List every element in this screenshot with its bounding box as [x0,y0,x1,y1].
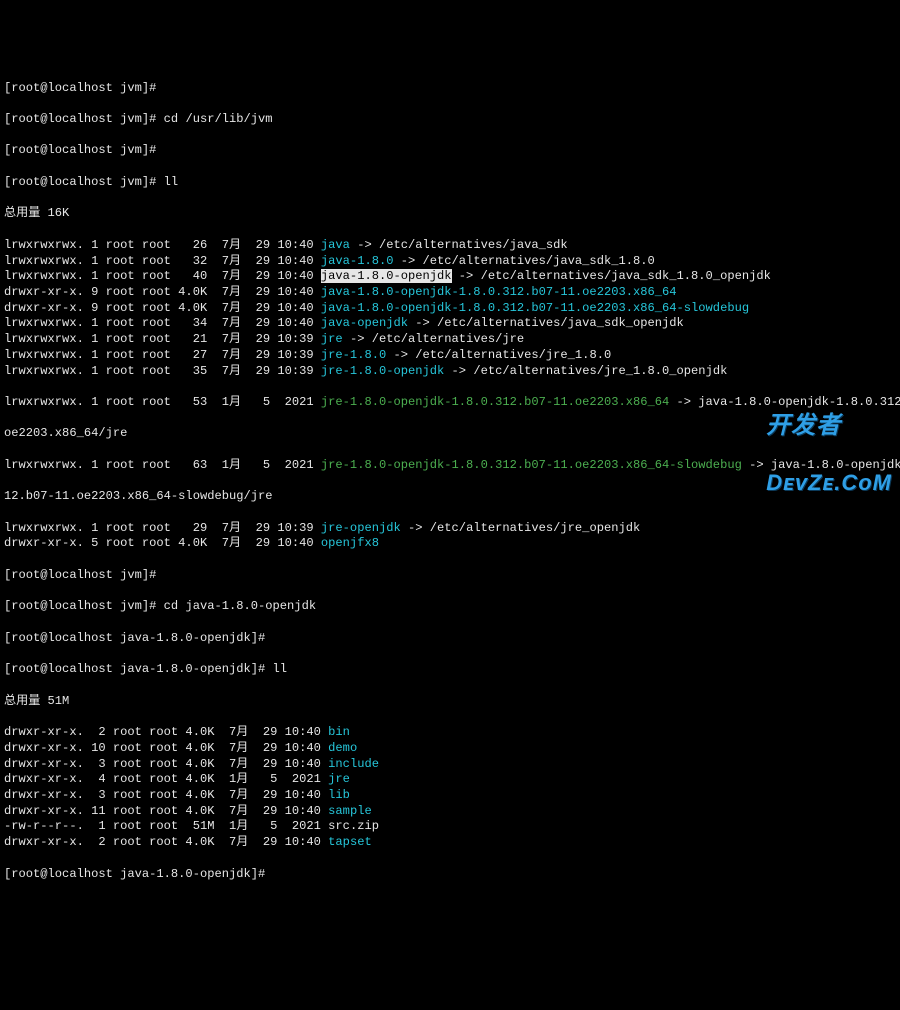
prompt-line: [root@localhost java-1.8.0-openjdk]# [4,867,896,883]
ls-row: drwxr-xr-x. 11 root root 4.0K 7月 29 10:4… [4,804,896,820]
ls-row: lrwxrwxrwx. 1 root root 63 1月 5 2021 jre… [4,458,896,474]
prompt-line: [root@localhost java-1.8.0-openjdk]# [4,631,896,647]
ls-row: -rw-r--r--. 1 root root 51M 1月 5 2021 sr… [4,819,896,835]
terminal-output[interactable]: [root@localhost jvm]# [root@localhost jv… [0,63,900,900]
ls-row: drwxr-xr-x. 3 root root 4.0K 7月 29 10:40… [4,757,896,773]
prompt-line: [root@localhost jvm]# cd java-1.8.0-open… [4,599,896,615]
prompt-line: [root@localhost java-1.8.0-openjdk]# ll [4,662,896,678]
ls-row: drwxr-xr-x. 10 root root 4.0K 7月 29 10:4… [4,741,896,757]
ls-row: lrwxrwxrwx. 1 root root 26 7月 29 10:40 j… [4,238,896,254]
ls-row: drwxr-xr-x. 9 root root 4.0K 7月 29 10:40… [4,301,896,317]
total-line: 总用量 16K [4,206,896,222]
prompt-line: [root@localhost jvm]# ll [4,175,896,191]
ls-row: lrwxrwxrwx. 1 root root 34 7月 29 10:40 j… [4,316,896,332]
ls-row: lrwxrwxrwx. 1 root root 35 7月 29 10:39 j… [4,364,896,380]
ls-row: drwxr-xr-x. 4 root root 4.0K 1月 5 2021 j… [4,772,896,788]
prompt-line: [root@localhost jvm]# cd /usr/lib/jvm [4,112,896,128]
ls-row: drwxr-xr-x. 2 root root 4.0K 7月 29 10:40… [4,835,896,851]
prompt-line: [root@localhost jvm]# [4,568,896,584]
ls-row: drwxr-xr-x. 2 root root 4.0K 7月 29 10:40… [4,725,896,741]
ls-row: lrwxrwxrwx. 1 root root 32 7月 29 10:40 j… [4,254,896,270]
ls-row: lrwxrwxrwx. 1 root root 53 1月 5 2021 jre… [4,395,896,411]
prompt-line: [root@localhost jvm]# [4,143,896,159]
ls-row: lrwxrwxrwx. 1 root root 21 7月 29 10:39 j… [4,332,896,348]
ls-row: lrwxrwxrwx. 1 root root 40 7月 29 10:40 j… [4,269,896,285]
ls-row-cont: oe2203.x86_64/jre [4,426,896,442]
ls-row: drwxr-xr-x. 9 root root 4.0K 7月 29 10:40… [4,285,896,301]
total-line: 总用量 51M [4,694,896,710]
ls-row-cont: 12.b07-11.oe2203.x86_64-slowdebug/jre [4,489,896,505]
ls-row: lrwxrwxrwx. 1 root root 29 7月 29 10:39 j… [4,521,896,537]
prompt-line: [root@localhost jvm]# [4,81,896,97]
ls-row: lrwxrwxrwx. 1 root root 27 7月 29 10:39 j… [4,348,896,364]
ls-row: drwxr-xr-x. 3 root root 4.0K 7月 29 10:40… [4,788,896,804]
ls-row: drwxr-xr-x. 5 root root 4.0K 7月 29 10:40… [4,536,896,552]
